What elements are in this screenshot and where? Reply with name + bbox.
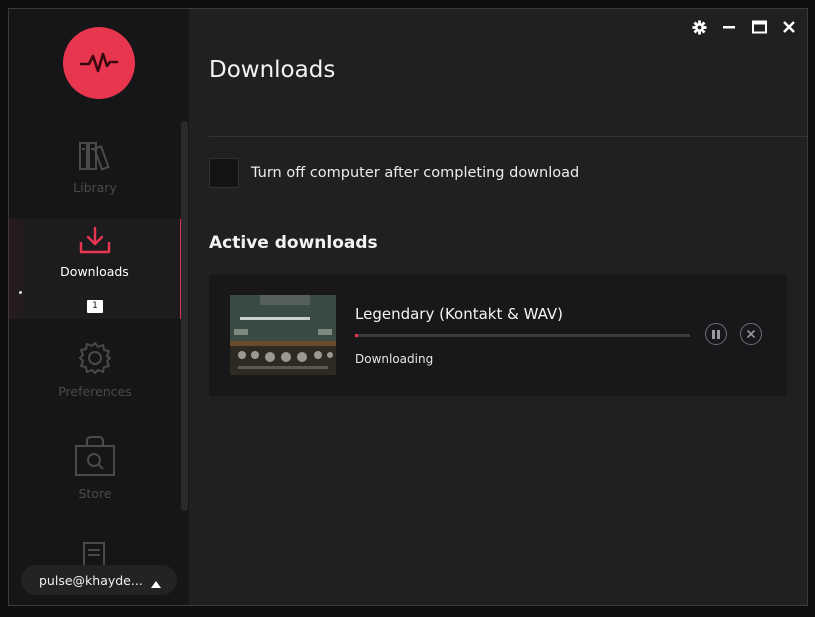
pulse-wave-icon xyxy=(79,52,119,73)
page-title: Downloads xyxy=(209,57,336,83)
download-status: Downloading xyxy=(355,352,434,366)
title-divider xyxy=(209,136,807,137)
window-controls xyxy=(691,19,797,35)
sidebar-item-store[interactable]: Store xyxy=(9,435,181,501)
sidebar-item-label: Store xyxy=(78,486,112,501)
minimize-icon[interactable] xyxy=(721,19,737,35)
shutdown-option-row[interactable]: Turn off computer after completing downl… xyxy=(209,158,579,188)
library-icon xyxy=(9,141,181,174)
user-email: pulse@khayde... xyxy=(39,572,143,588)
sidebar: Library Downloads 1 Preferences Store pu… xyxy=(9,9,189,605)
pause-icon xyxy=(712,329,720,339)
active-downloads-heading: Active downloads xyxy=(209,233,378,253)
app-logo[interactable] xyxy=(63,27,135,99)
sidebar-item-label: Library xyxy=(73,180,117,195)
download-progress-bar xyxy=(355,334,690,337)
download-count-badge: 1 xyxy=(87,300,103,313)
active-indicator-dot xyxy=(19,291,22,294)
sidebar-item-label: Preferences xyxy=(58,384,132,399)
close-icon xyxy=(747,330,755,338)
download-item: Legendary (Kontakt & WAV) Downloading xyxy=(209,275,787,396)
gear-icon xyxy=(9,341,181,378)
download-progress-fill xyxy=(355,334,359,337)
download-icon xyxy=(9,225,180,258)
sidebar-item-downloads[interactable]: Downloads 1 xyxy=(9,219,181,319)
sidebar-item-preferences[interactable]: Preferences xyxy=(9,341,181,399)
caret-up-icon xyxy=(151,576,161,591)
store-bag-icon xyxy=(9,435,181,480)
sidebar-item-library[interactable]: Library xyxy=(9,141,181,195)
app-window: Library Downloads 1 Preferences Store pu… xyxy=(8,8,808,606)
sidebar-scrollbar[interactable] xyxy=(181,121,188,511)
user-account-menu[interactable]: pulse@khayde... xyxy=(21,565,177,595)
shutdown-option-label: Turn off computer after completing downl… xyxy=(251,165,580,181)
product-thumbnail xyxy=(230,295,336,375)
maximize-icon[interactable] xyxy=(751,19,767,35)
shutdown-checkbox[interactable] xyxy=(209,158,239,188)
cancel-download-button[interactable] xyxy=(740,323,762,345)
settings-gear-icon[interactable] xyxy=(691,19,707,35)
close-icon[interactable] xyxy=(781,19,797,35)
download-name: Legendary (Kontakt & WAV) xyxy=(355,305,564,323)
pause-download-button[interactable] xyxy=(705,323,727,345)
main-panel: Downloads Turn off computer after comple… xyxy=(189,9,807,605)
sidebar-item-label: Downloads xyxy=(60,264,129,279)
